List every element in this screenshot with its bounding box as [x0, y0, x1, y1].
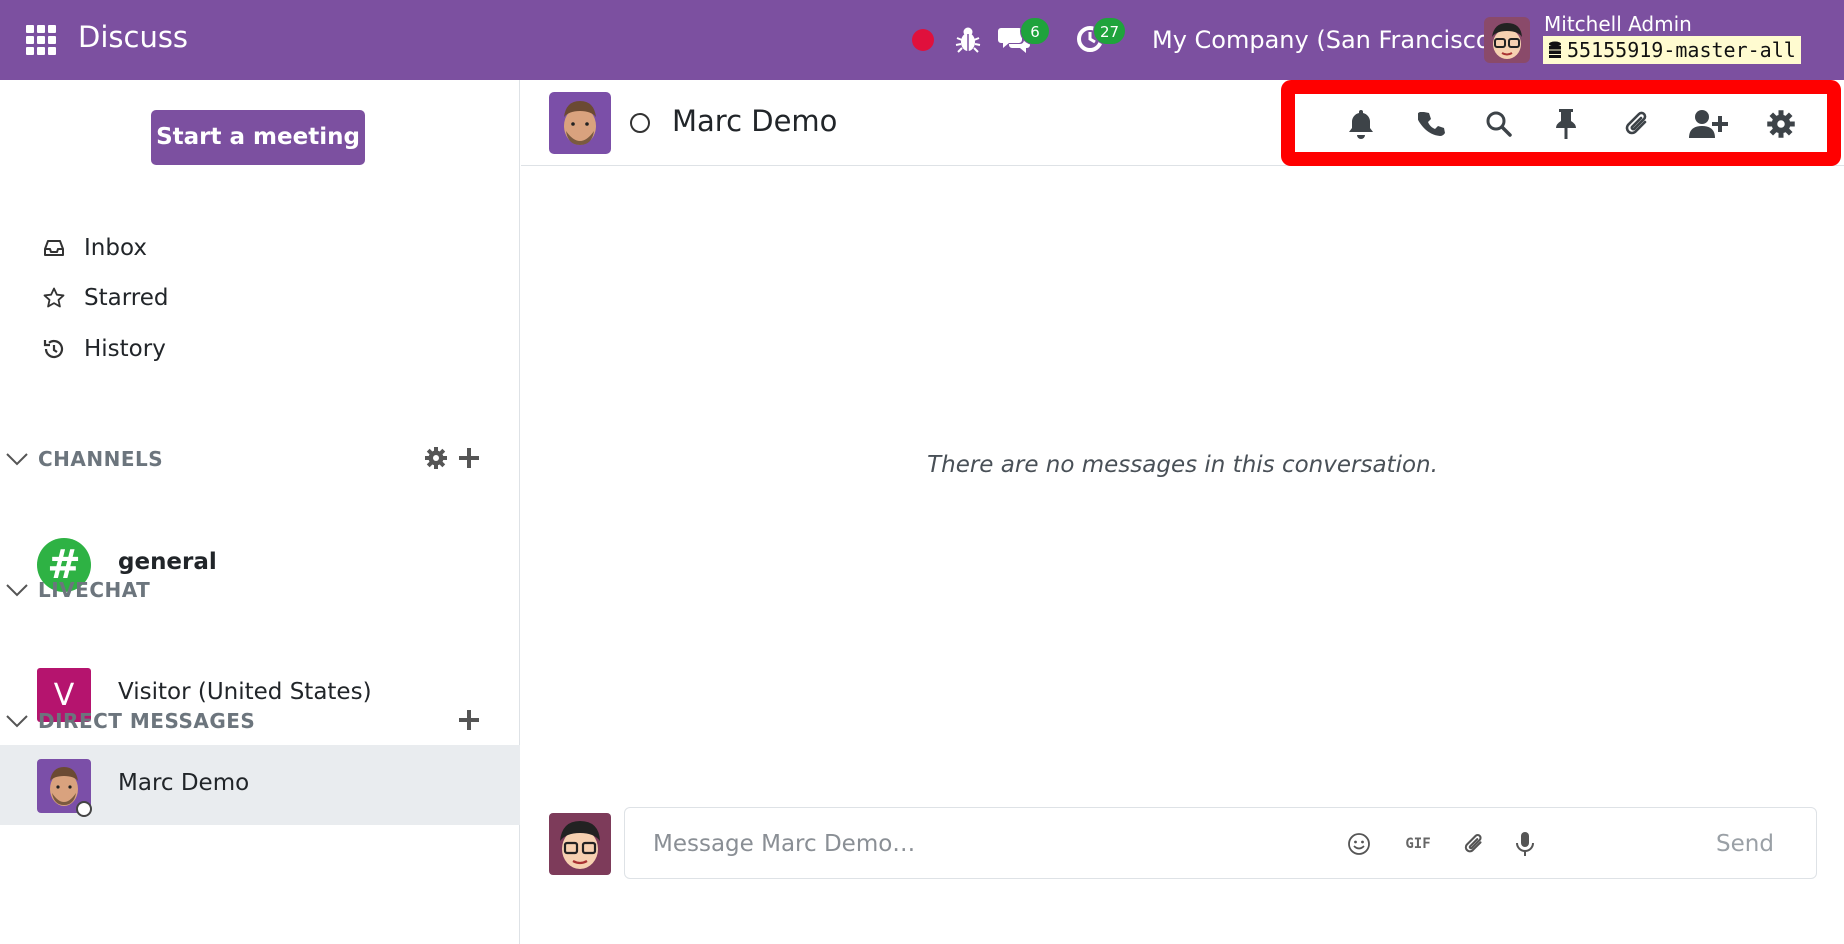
sidebar-item-starred[interactable]: Starred — [42, 285, 168, 311]
channels-title[interactable]: CHANNELS — [38, 447, 163, 471]
top-navbar: Discuss 6 27 My Company (San Francisco) — [0, 0, 1844, 80]
gif-label: GIF — [1405, 836, 1431, 852]
sidebar-item-inbox[interactable]: Inbox — [42, 235, 147, 261]
discuss-sidebar: Start a meeting Inbox Starred History CH… — [0, 80, 520, 944]
start-meeting-button[interactable]: Start a meeting — [151, 110, 365, 165]
message-composer: GIF Send — [624, 807, 1817, 879]
direct-messages-title[interactable]: DIRECT MESSAGES — [38, 709, 255, 733]
bell-icon[interactable] — [1341, 104, 1381, 144]
messages-count-badge: 6 — [1020, 17, 1050, 45]
activities-count-badge: 27 — [1093, 17, 1127, 45]
pin-icon[interactable] — [1546, 104, 1586, 144]
app-name[interactable]: Discuss — [78, 20, 188, 54]
microphone-icon[interactable] — [1511, 830, 1539, 858]
database-name: 55155919-master-all — [1567, 38, 1796, 62]
user-name[interactable]: Mitchell Admin — [1544, 12, 1692, 36]
sidebar-item-history[interactable]: History — [42, 336, 166, 362]
star-icon — [43, 287, 65, 308]
offline-status-icon — [76, 801, 92, 817]
chevron-down-icon[interactable] — [4, 577, 30, 603]
empty-conversation-text: There are no messages in this conversati… — [927, 452, 1438, 478]
thread-panel: Marc Demo There are no messages in this … — [521, 80, 1844, 944]
message-input[interactable] — [653, 826, 1453, 862]
dm-label: Marc Demo — [118, 770, 250, 796]
livechat-title[interactable]: LIVECHAT — [38, 578, 150, 602]
sidebar-item-label: Inbox — [84, 235, 147, 261]
database-icon — [1549, 41, 1561, 58]
livechat-section-header: LIVECHAT — [4, 570, 504, 610]
paperclip-icon[interactable] — [1617, 104, 1657, 144]
search-icon[interactable] — [1479, 104, 1519, 144]
send-button[interactable]: Send — [1695, 825, 1795, 863]
chevron-down-icon[interactable] — [4, 708, 30, 734]
thread-title[interactable]: Marc Demo — [672, 104, 837, 138]
database-badge: 55155919-master-all — [1543, 36, 1801, 64]
sidebar-item-label: Starred — [84, 285, 169, 311]
apps-grid-icon[interactable] — [26, 25, 56, 55]
bug-icon[interactable] — [955, 24, 981, 58]
gear-icon[interactable] — [1761, 104, 1801, 144]
add-user-icon[interactable] — [1686, 104, 1730, 144]
add-direct-message-icon[interactable] — [458, 708, 480, 732]
company-switcher[interactable]: My Company (San Francisco) — [1152, 26, 1500, 54]
attach-file-icon[interactable] — [1460, 830, 1488, 858]
offline-status-icon — [630, 113, 650, 133]
recording-dot-icon[interactable] — [912, 29, 934, 51]
chevron-down-icon[interactable] — [4, 446, 30, 472]
dm-item-marc-demo[interactable]: Marc Demo — [0, 745, 520, 825]
direct-messages-section-header: DIRECT MESSAGES — [4, 701, 504, 741]
emoji-icon[interactable] — [1345, 830, 1373, 858]
composer-user-avatar — [549, 813, 611, 875]
sidebar-item-label: History — [84, 336, 166, 362]
inbox-icon — [44, 240, 64, 256]
channels-section-header: CHANNELS — [4, 439, 504, 479]
history-icon — [43, 339, 64, 359]
thread-header: Marc Demo — [521, 80, 1844, 166]
user-avatar[interactable] — [1484, 17, 1530, 63]
add-channel-icon[interactable] — [458, 446, 480, 470]
thread-avatar[interactable] — [549, 92, 611, 154]
gif-button[interactable]: GIF — [1400, 830, 1436, 858]
gear-icon[interactable] — [424, 446, 448, 470]
phone-icon[interactable] — [1412, 104, 1452, 144]
